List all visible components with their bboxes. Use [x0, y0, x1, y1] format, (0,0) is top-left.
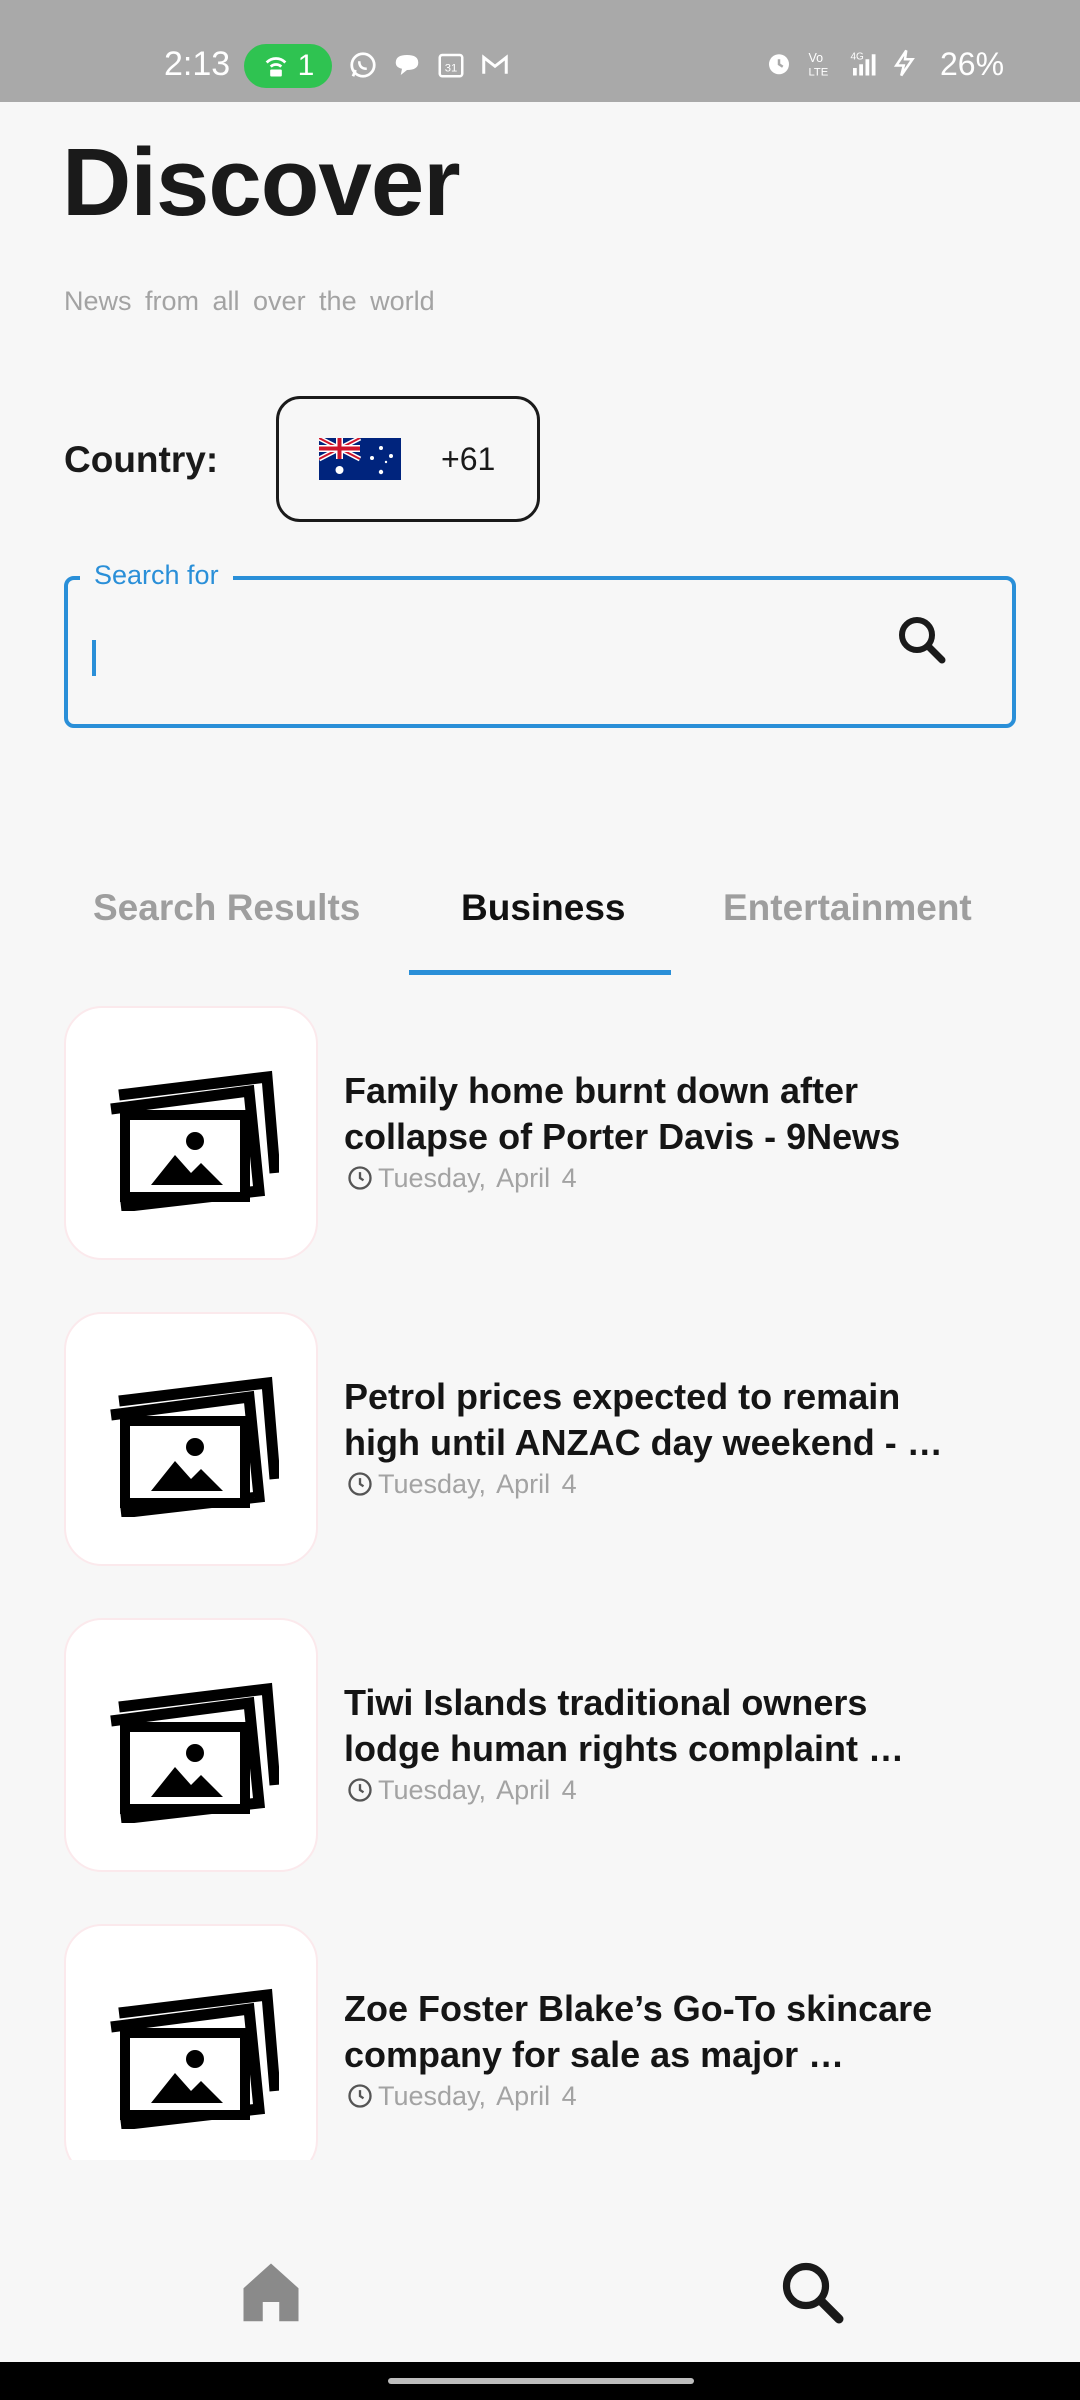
dial-code: +61	[441, 441, 496, 477]
news-title: Family home burnt down after collapse of…	[344, 1068, 974, 1160]
news-title-line: Petrol prices expected to remain	[344, 1376, 901, 1417]
signal-4g-icon: 4G	[851, 51, 876, 76]
clock-icon	[348, 1166, 372, 1190]
image-placeholder-icon	[110, 1682, 279, 1823]
search-icon[interactable]	[776, 2256, 848, 2328]
news-thumbnail	[64, 1924, 318, 2160]
news-title: Zoe Foster Blake’s Go-To skincare compan…	[344, 1986, 974, 2078]
news-item[interactable]: Petrol prices expected to remain high un…	[0, 1312, 1080, 1568]
news-title-line: company for sale as major …	[344, 2034, 845, 2075]
whatsapp-icon	[350, 52, 376, 78]
country-label: Country:	[64, 439, 219, 480]
news-title-line: collapse of Porter Davis - 9News	[344, 1116, 901, 1157]
tab-entertainment[interactable]: Entertainment	[723, 886, 972, 930]
hotspot-pill: 1	[244, 44, 332, 88]
charging-icon	[893, 49, 915, 77]
bottom-navigation	[0, 2160, 1080, 2362]
news-date: Tuesday, April 4	[346, 1774, 577, 1806]
news-thumbnail	[64, 1618, 318, 1872]
news-date-text: Tuesday, April 4	[378, 1469, 577, 1499]
news-date-text: Tuesday, April 4	[378, 1163, 577, 1193]
chat-bubble-icon	[395, 55, 419, 75]
page-subtitle: News from all over the world	[64, 286, 435, 316]
news-thumbnail	[64, 1312, 318, 1566]
search-input[interactable]	[90, 630, 870, 686]
svg-text:4G: 4G	[851, 51, 865, 62]
svg-text:LTE: LTE	[809, 67, 829, 79]
clock-icon	[348, 1472, 372, 1496]
page-title: Discover	[62, 129, 461, 236]
volte-icon: Vo LTE	[809, 51, 829, 79]
news-title-line: Family home burnt down after	[344, 1070, 859, 1111]
news-date: Tuesday, April 4	[346, 1468, 577, 1500]
search-label: Search for	[80, 558, 233, 592]
alarm-icon	[769, 54, 789, 75]
svg-text:Vo: Vo	[809, 51, 824, 65]
country-picker[interactable]: +61	[276, 396, 540, 522]
search-icon[interactable]	[892, 610, 952, 670]
news-title-line: high until ANZAC day weekend - …	[344, 1422, 943, 1463]
australia-flag-icon	[319, 438, 401, 480]
home-gesture-handle[interactable]	[388, 2378, 694, 2384]
image-placeholder-icon	[110, 1376, 279, 1517]
news-date-text: Tuesday, April 4	[378, 1775, 577, 1805]
gmail-icon	[482, 54, 508, 74]
news-item[interactable]: Family home burnt down after collapse of…	[0, 1006, 1080, 1262]
news-item[interactable]: Tiwi Islands traditional owners lodge hu…	[0, 1618, 1080, 1874]
image-placeholder-icon	[110, 1070, 279, 1211]
tab-search-results[interactable]: Search Results	[93, 886, 360, 930]
clock-icon	[348, 1778, 372, 1802]
status-bar: 2:13 1 31 Vo LTE 4G 26%	[0, 0, 1080, 102]
home-icon[interactable]	[236, 2258, 306, 2324]
news-item[interactable]: Zoe Foster Blake’s Go-To skincare compan…	[0, 1924, 1080, 2160]
status-time: 2:13	[164, 45, 231, 83]
news-title: Tiwi Islands traditional owners lodge hu…	[344, 1680, 974, 1772]
svg-text:31: 31	[445, 62, 458, 74]
news-title-line: lodge human rights complaint …	[344, 1728, 905, 1769]
hotspot-count: 1	[297, 49, 315, 82]
text-cursor	[92, 640, 96, 676]
news-date-text: Tuesday, April 4	[378, 2081, 577, 2111]
app-screen: 2:13 1 31 Vo LTE 4G 26% Discover News fr…	[0, 0, 1080, 2400]
battery-level: 26%	[940, 46, 1005, 82]
news-thumbnail	[64, 1006, 318, 1260]
news-date: Tuesday, April 4	[346, 2080, 577, 2112]
news-title: Petrol prices expected to remain high un…	[344, 1374, 974, 1466]
tab-business[interactable]: Business	[461, 886, 626, 930]
image-placeholder-icon	[110, 1988, 279, 2129]
news-title-line: Zoe Foster Blake’s Go-To skincare	[344, 1988, 933, 2029]
news-date: Tuesday, April 4	[346, 1162, 577, 1194]
calendar-icon: 31	[438, 53, 464, 78]
clock-icon	[348, 2084, 372, 2108]
active-tab-indicator	[409, 970, 671, 975]
hotspot-icon	[265, 57, 287, 77]
news-title-line: Tiwi Islands traditional owners	[344, 1682, 868, 1723]
